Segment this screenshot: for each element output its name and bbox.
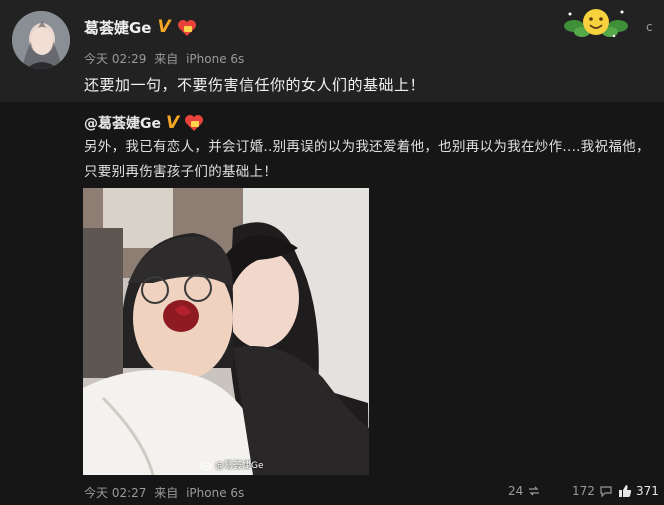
like-count: 371	[636, 484, 659, 498]
comment-count-button[interactable]: 172	[572, 484, 613, 498]
thumbs-up-icon	[619, 485, 632, 497]
vip-heart-icon	[177, 19, 197, 37]
repost-time[interactable]: 今天 02:27	[84, 486, 146, 500]
vip-heart-icon	[184, 114, 204, 132]
post-time[interactable]: 今天 02:29	[84, 52, 146, 66]
photo-watermark: @葛荟婕Ge	[200, 458, 264, 471]
repost-text: 另外，我已有恋人，并会订婚..别再误的以为我还爱着他，也别再以为我在炒作....…	[84, 135, 659, 185]
flower-smiley-decoration	[562, 4, 630, 40]
repost-source[interactable]: iPhone 6s	[186, 486, 244, 500]
repost-source-prefix: 来自	[154, 486, 179, 500]
repost-count: 24	[508, 484, 524, 498]
author-name[interactable]: 葛荟婕Ge	[84, 17, 152, 38]
repost-author-name[interactable]: @葛荟婕Ge	[84, 113, 161, 133]
repost-text-line-1: 另外，我已有恋人，并会订婚..别再误的以为我还爱着他，也别再以为我在炒作....…	[84, 139, 650, 155]
repost-icon	[529, 486, 540, 496]
menu-chevron[interactable]: c	[646, 20, 653, 34]
repost-count-button[interactable]: 24	[508, 484, 541, 498]
post-meta: 今天 02:29 来自 iPhone 6s	[84, 50, 248, 67]
repost-author: @葛荟婕Ge V	[84, 113, 204, 133]
comment-icon	[600, 486, 612, 498]
post-source-prefix: 来自	[154, 52, 179, 66]
post-author: 葛荟婕Ge V	[84, 17, 197, 38]
post-source[interactable]: iPhone 6s	[186, 52, 244, 66]
post-photo[interactable]	[83, 188, 369, 475]
repost-footer: 今天 02:27 来自 iPhone 6s 24 172 371	[84, 484, 664, 502]
weibo-icon	[200, 461, 212, 470]
avatar[interactable]	[12, 11, 70, 69]
post-text: 还要加一句，不要伤害信任你的女人们的基础上！	[84, 76, 426, 94]
original-post: 葛荟婕Ge V 今天 02:29 来自 iPhone 6s 还要加一句，不要伤害…	[0, 0, 664, 102]
verified-v-icon: V	[166, 112, 180, 133]
watermark-text: @葛荟婕Ge	[215, 461, 264, 471]
repost-text-line-2: 只要别再伤害孩子们的基础上！	[84, 164, 278, 180]
verified-v-icon: V	[157, 17, 171, 37]
comment-count: 172	[572, 484, 595, 498]
like-count-button[interactable]: 371	[618, 484, 659, 498]
repost-meta: 今天 02:27 来自 iPhone 6s	[84, 484, 248, 501]
